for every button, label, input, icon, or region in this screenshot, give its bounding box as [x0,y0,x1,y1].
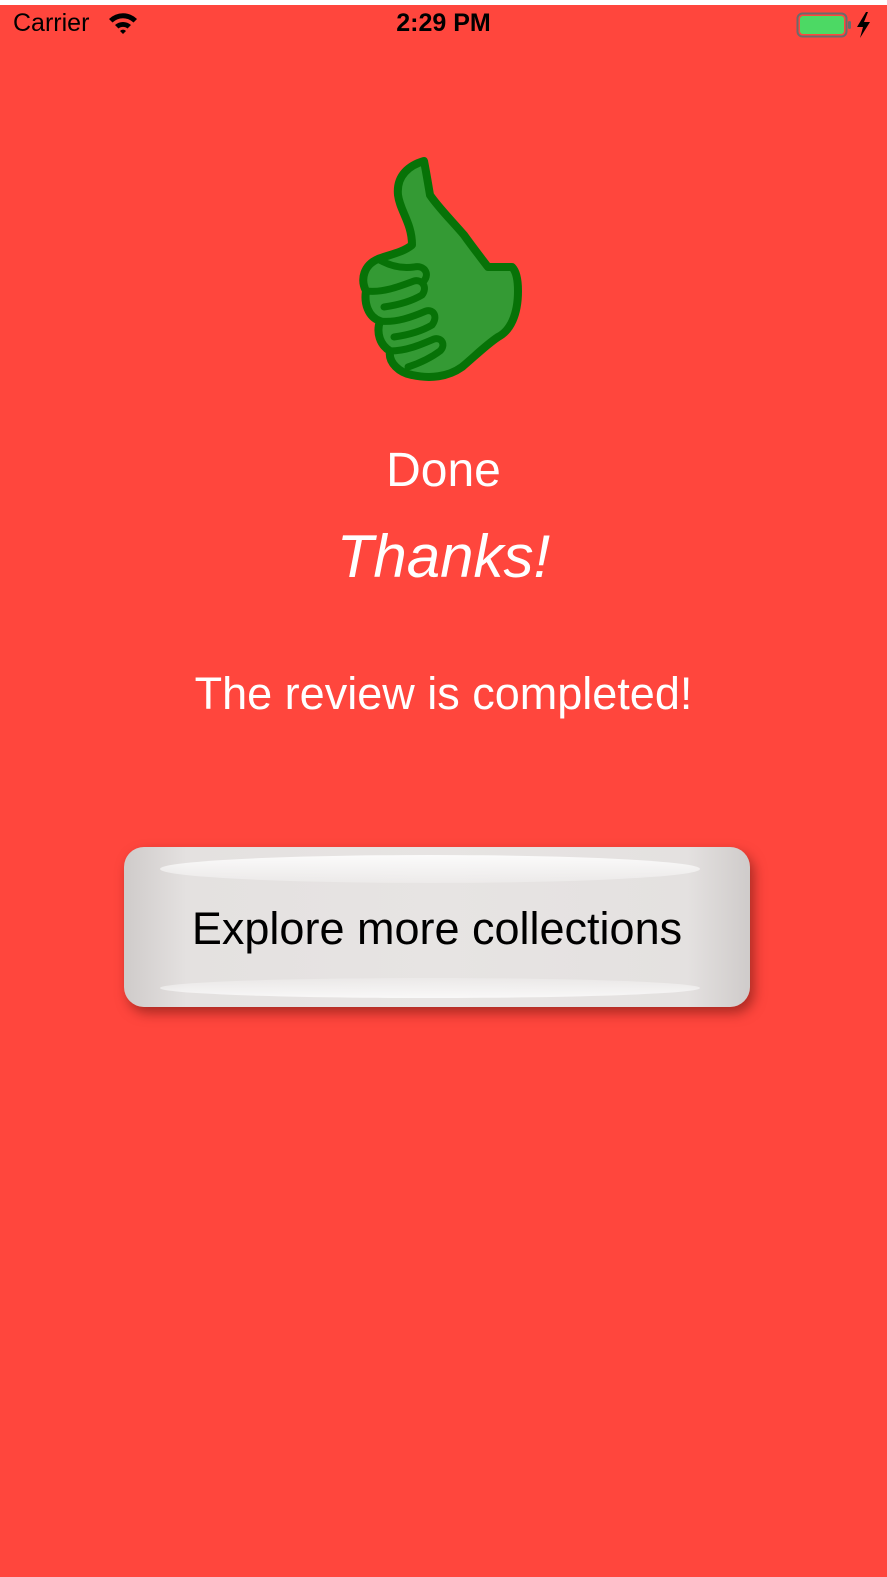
button-label: Explore more collections [191,903,683,954]
explore-more-collections-button[interactable]: Explore more collections [124,847,750,1007]
thanks-subtitle: Thanks! [336,523,551,590]
battery-charging-icon [796,12,870,38]
done-title: Done [386,444,501,497]
button-gloss-top [160,855,700,883]
button-gloss-bottom [160,978,700,998]
status-time: 2:29 PM [396,9,491,37]
review-complete-screen: Carrier 2:29 PM Done Thanks! The review … [0,0,887,1577]
thumbs-up-icon [359,157,522,381]
status-bar: Carrier 2:29 PM [0,5,887,41]
completion-message: The review is completed! [194,668,693,719]
